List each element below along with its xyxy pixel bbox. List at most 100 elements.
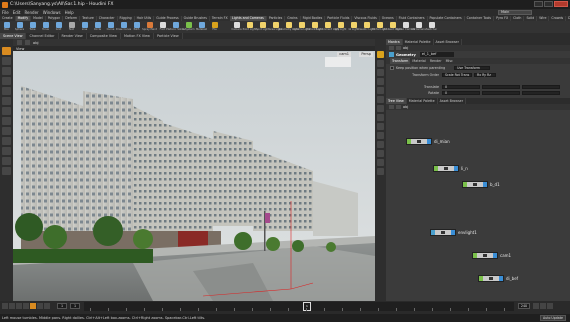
- snap-curve-icon[interactable]: [2, 147, 11, 155]
- frame-marker[interactable]: 1: [303, 302, 311, 311]
- shelf-tool-distant-light[interactable]: Distant Light: [306, 21, 323, 33]
- node-envlight1[interactable]: envlight1: [430, 229, 477, 236]
- audio-icon[interactable]: [540, 303, 546, 309]
- node-body[interactable]: [435, 230, 451, 235]
- shelf-tool-sphere[interactable]: Sphere: [13, 21, 26, 33]
- shelf-tool-null[interactable]: Null: [65, 21, 78, 33]
- timeline-ruler[interactable]: 1: [84, 302, 514, 311]
- scene-viewport[interactable]: cam1 Persp: [13, 51, 375, 301]
- shelf-tool-platonic-solids[interactable]: Platonic Solids: [166, 21, 185, 33]
- forward-arrow-icon[interactable]: [396, 105, 401, 109]
- subtab-material[interactable]: Material: [410, 58, 427, 64]
- shelf-tool-point-light[interactable]: Point Light: [243, 21, 256, 33]
- node-li-n[interactable]: li_n: [433, 165, 468, 172]
- global-animation-options-icon[interactable]: [547, 303, 553, 309]
- display-options-icon[interactable]: [377, 51, 384, 58]
- menu-render[interactable]: Render: [24, 10, 38, 15]
- node-tile[interactable]: [433, 165, 459, 172]
- subtab-render[interactable]: Render: [428, 58, 444, 64]
- play-reverse-icon[interactable]: [16, 303, 22, 309]
- keep-position-checkbox[interactable]: [390, 66, 394, 70]
- perspective-menu[interactable]: Persp: [359, 52, 373, 57]
- keyframe-icon[interactable]: [533, 303, 539, 309]
- network-editor[interactable]: di_mian li_n b_d1 envlight1 cam1 di_bef: [386, 110, 570, 301]
- go-end-icon[interactable]: [44, 303, 50, 309]
- node-tile[interactable]: [430, 229, 456, 236]
- back-arrow-icon[interactable]: [389, 105, 394, 109]
- shelf-tool-gi-light[interactable]: GI Light: [347, 21, 360, 33]
- isolate-icon[interactable]: [377, 150, 384, 157]
- node-body[interactable]: [483, 276, 499, 281]
- node-body[interactable]: [477, 253, 493, 258]
- grid-icon[interactable]: [377, 105, 384, 112]
- network-path[interactable]: obj: [403, 105, 408, 109]
- shelf-tool-spot-light[interactable]: Spot Light: [256, 21, 269, 33]
- shelf-tool-circle[interactable]: Circle: [91, 21, 104, 33]
- shelf-tool-environment-light[interactable]: Environment Light: [316, 21, 339, 33]
- node-body[interactable]: [467, 182, 483, 187]
- rotate-order-value[interactable]: Rx Ry Rz: [474, 72, 496, 78]
- shelf-tool-line[interactable]: Line: [78, 21, 91, 33]
- end-frame-field[interactable]: 240: [518, 303, 530, 309]
- subtab-transform[interactable]: Transform: [390, 58, 411, 64]
- shelf-tool-vr-camera[interactable]: VR Camera: [411, 21, 426, 33]
- shelf-tool-path[interactable]: Path: [130, 21, 143, 33]
- snap-grid-icon[interactable]: [2, 127, 11, 135]
- handle-tool-icon[interactable]: [2, 87, 11, 95]
- start-frame-field[interactable]: 1: [70, 303, 80, 309]
- rotate-tool-icon[interactable]: [2, 67, 11, 75]
- shelf-tool-metaball[interactable]: Metaball: [195, 21, 208, 33]
- step-forward-icon[interactable]: [37, 303, 43, 309]
- close-button[interactable]: [554, 1, 568, 7]
- shelf-tool-switcher[interactable]: Switcher: [425, 21, 438, 33]
- shelf-tool-sky-light[interactable]: Sky Light: [334, 21, 347, 33]
- select-tool-icon[interactable]: [2, 47, 11, 55]
- background-icon[interactable]: [377, 96, 384, 103]
- shadows-icon[interactable]: [377, 87, 384, 94]
- menu-help[interactable]: Help: [65, 10, 74, 15]
- snap-point-icon[interactable]: [2, 137, 11, 145]
- back-arrow-icon[interactable]: [17, 40, 22, 45]
- lights-icon[interactable]: [377, 141, 384, 148]
- stereo-icon[interactable]: [377, 168, 384, 175]
- param-value[interactable]: 0: [442, 84, 480, 90]
- shelf-tool-torus[interactable]: Torus: [39, 21, 52, 33]
- view-tool-icon[interactable]: [2, 107, 11, 115]
- move-tool-icon[interactable]: [2, 57, 11, 65]
- shelf-tool-font[interactable]: Font: [156, 21, 169, 33]
- param-value-extra[interactable]: [522, 84, 560, 90]
- shelf-tool-box[interactable]: Box: [0, 21, 13, 33]
- render-flag[interactable]: [483, 182, 487, 187]
- desktop-selector[interactable]: Main: [498, 10, 532, 15]
- node-name-field[interactable]: el_1_bef: [419, 52, 454, 57]
- go-start-icon[interactable]: [2, 303, 8, 309]
- param-value[interactable]: Scale Rot Trans: [442, 72, 472, 78]
- node-di-mian[interactable]: di_mian: [406, 138, 450, 145]
- node-di-bef[interactable]: di_bef: [478, 275, 518, 282]
- menu-file[interactable]: File: [2, 10, 9, 15]
- shelf-tool-caustic-light[interactable]: Caustic Light: [358, 21, 375, 33]
- node-cam1[interactable]: cam1: [472, 252, 511, 259]
- viewer-path[interactable]: obj: [33, 41, 38, 45]
- param-value-extra[interactable]: [522, 90, 560, 96]
- param-value[interactable]: 0: [442, 90, 480, 96]
- shelf-tool-l-system[interactable]: L-System: [182, 21, 195, 33]
- shelf-tool-draw-curve[interactable]: Draw Curve: [116, 21, 131, 33]
- shelf-tool-file[interactable]: File: [208, 21, 221, 33]
- render-flag[interactable]: [499, 276, 503, 281]
- menu-windows[interactable]: Windows: [43, 10, 61, 15]
- wireframe-icon[interactable]: [377, 60, 384, 67]
- auto-update-menu[interactable]: Auto Update: [540, 315, 566, 321]
- shelf-tool-volume-light[interactable]: Volume Light: [293, 21, 310, 33]
- shelf-tool-curve[interactable]: Curve: [104, 21, 117, 33]
- render-region-tool-icon[interactable]: [2, 117, 11, 125]
- shelf-tool-stereo-camera[interactable]: Stereo Camera: [396, 21, 415, 33]
- param-value-extra[interactable]: [482, 84, 520, 90]
- render-flag[interactable]: [454, 166, 458, 171]
- shelf-tool-area-light[interactable]: Area Light: [269, 21, 282, 33]
- stop-icon[interactable]: [23, 303, 29, 309]
- minimize-button[interactable]: [534, 1, 543, 7]
- parameter-path[interactable]: obj: [403, 46, 408, 50]
- node-tile[interactable]: [406, 138, 432, 145]
- back-arrow-icon[interactable]: [389, 46, 394, 50]
